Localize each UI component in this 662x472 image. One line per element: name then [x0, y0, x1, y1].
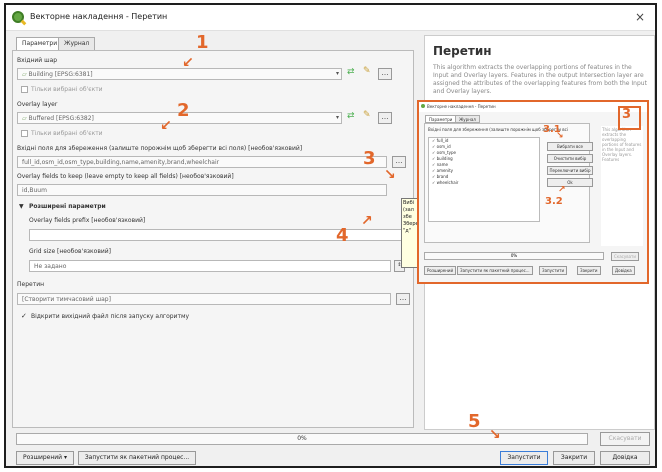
input-fields-value: full_id,osm_id,osm_type,building,name,am…: [22, 159, 220, 166]
inset-tab-parameters: Параметри: [425, 115, 457, 123]
input-fields-input[interactable]: full_id,osm_id,osm_type,building,name,am…: [17, 156, 387, 168]
close-dialog-button[interactable]: Закрити: [553, 451, 595, 465]
prefix-label: Overlay fields prefix [необов'язковий]: [29, 217, 146, 224]
open-output-label: Відкрити вихідний файл після запуску алг…: [31, 313, 190, 320]
field-name: building: [436, 156, 453, 161]
inset-run-button: Запустити: [539, 266, 568, 275]
annotation-3-2: 3.2: [545, 196, 563, 207]
iterate-icon[interactable]: ⇄: [347, 111, 355, 121]
output-input[interactable]: [Створити тимчасовий шар]: [17, 293, 391, 305]
inset-tab-log: Журнал: [455, 115, 480, 123]
inset-cancel-button: Скасувати: [611, 252, 639, 261]
progress-bar: 0%: [16, 433, 588, 445]
close-button[interactable]: ×: [635, 10, 645, 24]
inset-close-button: Закрити: [577, 266, 601, 275]
prefix-input[interactable]: [29, 229, 407, 241]
annotation-arrow-icon: ↘: [489, 427, 501, 443]
annotation-arrow-icon: ↙: [160, 118, 172, 134]
annotation-arrow-icon: ↗: [361, 213, 373, 229]
list-item: ✓ wheelchair: [432, 180, 459, 185]
output-value: [Створити тимчасовий шар]: [22, 296, 111, 303]
output-label: Перетин: [17, 281, 45, 288]
parameters-panel: Параметри Журнал Вхідний шар ▱ Building …: [12, 35, 414, 430]
annotation-4: 4: [336, 225, 349, 246]
advanced-button[interactable]: Розширений ▾: [16, 451, 74, 465]
cancel-button[interactable]: Скасувати: [600, 432, 650, 446]
inset-ok-button: Ok: [547, 178, 593, 187]
overlay-fields-input[interactable]: id,Buum: [17, 184, 387, 196]
advanced-params-header[interactable]: Розширені параметри: [29, 203, 106, 210]
input-layer-browse-button[interactable]: …: [378, 68, 392, 80]
field-name: osm_type: [436, 150, 456, 155]
inset-field-list: ✓ full_id ✓ osm_id ✓ osm_type ✓ building…: [428, 137, 540, 222]
grid-size-input[interactable]: Не задано: [29, 260, 391, 272]
tab-log[interactable]: Журнал: [58, 37, 96, 51]
output-browse-button[interactable]: …: [396, 293, 410, 305]
annotation-arrow-icon: ↘: [384, 167, 396, 183]
parameters-form: Вхідний шар ▱ Building [EPSG:6381] ▾ ⇄ ✎…: [12, 50, 414, 428]
input-layer-value: Building [EPSG:6381]: [28, 71, 93, 78]
annotation-3: 3: [363, 148, 376, 169]
field-name: amenity: [436, 168, 454, 173]
inset-toggle-button: Переключити вибір: [547, 166, 593, 175]
overlay-layer-browse-button[interactable]: …: [378, 112, 392, 124]
run-button[interactable]: Запустити: [500, 451, 548, 465]
window-title: Векторне накладення - Перетин: [30, 12, 168, 21]
annotation-5: 5: [468, 411, 481, 432]
input-layer-select[interactable]: ▱ Building [EPSG:6381] ▾: [17, 68, 342, 80]
overlay-layer-value: Buffered [EPSG:6382]: [28, 115, 94, 122]
overlay-fields-value: id,Buum: [22, 187, 47, 194]
help-button[interactable]: Довідка: [600, 451, 650, 465]
title-bar: Векторне накладення - Перетин ×: [6, 5, 655, 31]
overlay-fields-label: Overlay fields to keep (leave empty to k…: [17, 173, 234, 180]
batch-process-button[interactable]: Запустити як пакетний процес...: [78, 451, 196, 465]
annotation-2: 2: [177, 100, 190, 121]
inset-help-button: Довідка: [612, 266, 635, 275]
help-title: Перетин: [433, 44, 492, 58]
help-text: This algorithm extracts the overlapping …: [433, 64, 647, 95]
iterate-icon[interactable]: ⇄: [347, 67, 355, 77]
inset-screenshot: Векторне накладення - Перетин Параметри …: [417, 100, 649, 284]
field-name: full_id: [436, 138, 449, 143]
input-selected-only-label: Тільки вибрані об'єкти: [31, 86, 103, 93]
wrench-icon[interactable]: ✎: [363, 66, 371, 76]
field-name: wheelchair: [436, 180, 459, 185]
annotation-1: 1: [196, 32, 209, 53]
dialog-window: Векторне накладення - Перетин × Параметр…: [4, 3, 657, 468]
input-fields-label: Вхідні поля для збереження (залиште поро…: [17, 145, 303, 152]
inset-select-all-button: Вибрати все: [547, 142, 593, 151]
checkmark-icon[interactable]: ✓: [21, 312, 27, 320]
grid-size-value: Не задано: [34, 263, 67, 270]
overlay-layer-label: Overlay layer: [17, 101, 58, 108]
input-layer-label: Вхідний шар: [17, 57, 58, 64]
input-selected-only-checkbox[interactable]: [21, 86, 28, 93]
inset-advanced-button: Розширений: [424, 266, 457, 275]
annotation-3-box: 3: [622, 107, 632, 122]
inset-clear-button: Очистити вибір: [547, 154, 593, 163]
annotation-arrow-icon: ↘: [556, 131, 564, 141]
annotation-arrow-icon: ↙: [182, 55, 194, 71]
field-name: name: [436, 162, 448, 167]
qgis-logo-icon: [12, 11, 24, 23]
overlay-selected-only-checkbox[interactable]: [21, 130, 28, 137]
field-name: osm_id: [436, 144, 451, 149]
inset-batch-button: Запустити як пакетний процес...: [457, 266, 533, 275]
chevron-down-icon: ▾: [335, 114, 339, 121]
grid-size-label: Grid size [необов'язковий]: [29, 248, 111, 255]
annotation-arrow-icon: ↗: [558, 185, 566, 195]
inset-help-text: This algorithm extracts the overlapping …: [601, 126, 643, 246]
triangle-down-icon[interactable]: ▼: [19, 203, 24, 210]
field-name: brand: [436, 174, 449, 179]
overlay-selected-only-label: Тільки вибрані об'єкти: [31, 130, 103, 137]
inset-title: Векторне накладення - Перетин: [419, 102, 647, 112]
inset-progress: 0%: [424, 252, 604, 260]
chevron-down-icon: ▾: [335, 70, 339, 77]
tab-parameters[interactable]: Параметри: [16, 37, 64, 51]
wrench-icon[interactable]: ✎: [363, 110, 371, 120]
